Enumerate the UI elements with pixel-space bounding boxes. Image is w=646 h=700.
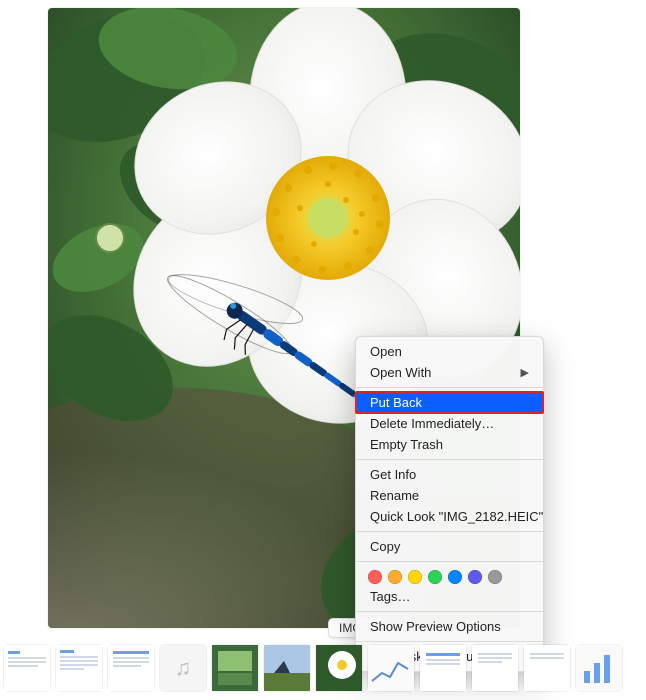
menu-rename[interactable]: Rename (356, 485, 543, 506)
menu-quick-look[interactable]: Quick Look "IMG_2182.HEIC" (356, 506, 543, 527)
thumbnail[interactable] (576, 645, 622, 691)
tag-dot-purple[interactable] (468, 570, 482, 584)
thumbnail[interactable] (420, 645, 466, 691)
context-menu: Open Open With ▶ Put Back Delete Immedia… (355, 336, 544, 672)
thumbnail-strip: ♫ (0, 642, 646, 694)
menu-separator (356, 459, 543, 460)
thumbnail-selected[interactable] (316, 645, 362, 691)
thumbnail[interactable] (4, 645, 50, 691)
menu-copy-label: Copy (370, 539, 400, 554)
menu-tag-colors (356, 566, 543, 586)
thumbnail[interactable] (524, 645, 570, 691)
menu-open-label: Open (370, 344, 402, 359)
tag-dot-gray[interactable] (488, 570, 502, 584)
chevron-right-icon: ▶ (521, 366, 529, 379)
menu-delete-immediately[interactable]: Delete Immediately… (356, 413, 543, 434)
tag-dot-green[interactable] (428, 570, 442, 584)
tag-dot-red[interactable] (368, 570, 382, 584)
thumbnail[interactable] (264, 645, 310, 691)
menu-put-back-label: Put Back (370, 395, 422, 410)
tag-dot-blue[interactable] (448, 570, 462, 584)
menu-separator (356, 531, 543, 532)
menu-separator (356, 561, 543, 562)
menu-separator (356, 387, 543, 388)
menu-open-with[interactable]: Open With ▶ (356, 362, 543, 383)
menu-get-info-label: Get Info (370, 467, 416, 482)
music-note-icon: ♫ (175, 655, 192, 681)
menu-delete-immediately-label: Delete Immediately… (370, 416, 494, 431)
menu-quick-look-label: Quick Look "IMG_2182.HEIC" (370, 509, 543, 524)
thumbnail[interactable] (56, 645, 102, 691)
menu-empty-trash-label: Empty Trash (370, 437, 443, 452)
menu-empty-trash[interactable]: Empty Trash (356, 434, 543, 455)
thumbnail[interactable] (368, 645, 414, 691)
tag-dot-orange[interactable] (388, 570, 402, 584)
menu-show-preview-options[interactable]: Show Preview Options (356, 616, 543, 637)
thumbnail[interactable] (472, 645, 518, 691)
thumbnail-audio[interactable]: ♫ (160, 645, 206, 691)
menu-get-info[interactable]: Get Info (356, 464, 543, 485)
menu-open[interactable]: Open (356, 341, 543, 362)
menu-put-back[interactable]: Put Back (356, 392, 543, 413)
menu-open-with-label: Open With (370, 365, 431, 380)
menu-separator (356, 611, 543, 612)
menu-tags[interactable]: Tags… (356, 586, 543, 607)
tag-dot-yellow[interactable] (408, 570, 422, 584)
menu-show-preview-options-label: Show Preview Options (370, 619, 501, 634)
thumbnail[interactable] (108, 645, 154, 691)
thumbnail[interactable] (212, 645, 258, 691)
menu-rename-label: Rename (370, 488, 419, 503)
menu-tags-label: Tags… (370, 589, 410, 604)
menu-copy[interactable]: Copy (356, 536, 543, 557)
